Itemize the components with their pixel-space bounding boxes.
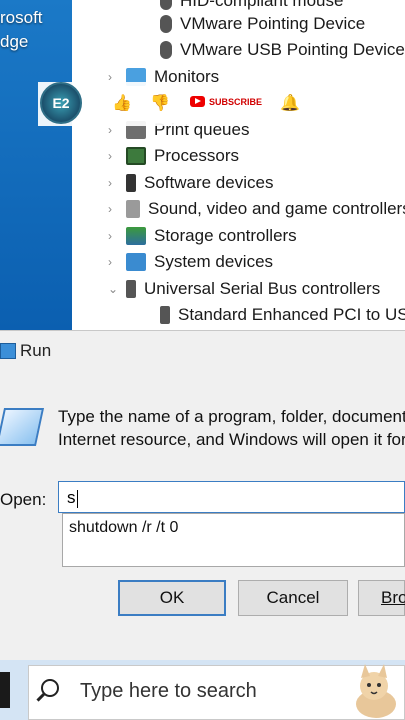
dialog-description: Internet resource, and Windows will open…: [58, 430, 405, 449]
tree-item[interactable]: › Processors: [108, 143, 239, 169]
chevron-right-icon[interactable]: ›: [108, 176, 126, 190]
dialog-description: Type the name of a program, folder, docu…: [58, 407, 405, 426]
chevron-right-icon[interactable]: ›: [108, 255, 126, 269]
tree-item-label: VMware Pointing Device: [180, 14, 366, 33]
desktop-icon-label[interactable]: dge: [0, 32, 28, 52]
start-button[interactable]: [0, 672, 10, 708]
storage-icon: [126, 227, 146, 245]
bell-icon[interactable]: 🔔: [280, 93, 300, 113]
system-device-icon: [126, 253, 146, 271]
processor-icon: [126, 147, 146, 165]
device-manager-tree: HID-compliant mouse VMware Pointing Devi…: [72, 0, 405, 330]
channel-logo: E2: [40, 82, 82, 124]
tree-item-label: Universal Serial Bus controllers: [144, 279, 381, 298]
chevron-right-icon[interactable]: ›: [108, 149, 126, 163]
cancel-button[interactable]: Cancel: [238, 580, 348, 616]
tree-item-label: Storage controllers: [154, 226, 297, 245]
text-caret: [76, 489, 78, 508]
autocomplete-dropdown: shutdown /r /t 0: [62, 513, 405, 567]
tree-item[interactable]: › Software devices: [108, 170, 273, 196]
thumbs-up-icon[interactable]: 👍: [112, 93, 132, 113]
speaker-icon: [126, 200, 140, 218]
youtube-icon: [190, 96, 205, 107]
tree-item[interactable]: › Storage controllers: [108, 223, 297, 249]
desktop-icon-label[interactable]: rosoft: [0, 8, 43, 28]
tree-item[interactable]: VMware Pointing Device: [160, 11, 365, 37]
tree-item-label: Processors: [154, 146, 240, 165]
tree-item-label: System devices: [154, 252, 274, 271]
tree-item[interactable]: Standard Enhanced PCI to USB: [160, 302, 405, 328]
mouse-icon: [160, 0, 172, 10]
logo-text: E2: [52, 95, 70, 111]
mouse-icon: [160, 15, 172, 33]
subscribe-button[interactable]: SUBSCRIBE: [190, 95, 262, 108]
tree-item-label: Standard Enhanced PCI to USB: [178, 305, 405, 324]
usb-icon: [160, 306, 170, 324]
usb-icon: [126, 280, 136, 298]
autocomplete-item[interactable]: shutdown /r /t 0: [69, 519, 398, 537]
tree-item-label: HID-compliant mouse: [180, 0, 344, 10]
browse-button[interactable]: Bro: [358, 580, 405, 616]
input-value: s: [67, 488, 76, 507]
subscribe-label: SUBSCRIBE: [209, 96, 263, 107]
thumbs-down-icon[interactable]: 👎: [150, 93, 170, 113]
tree-item[interactable]: › System devices: [108, 249, 273, 275]
software-device-icon: [126, 174, 136, 192]
desktop: rosoft dge: [0, 0, 72, 330]
dialog-title: Run: [20, 341, 52, 360]
search-placeholder: Type here to search: [80, 680, 257, 702]
mouse-icon: [160, 41, 172, 59]
open-input[interactable]: s: [58, 481, 405, 513]
chevron-down-icon[interactable]: ⌄: [108, 282, 126, 296]
search-icon: [41, 679, 59, 697]
tree-item[interactable]: › Sound, video and game controllers: [108, 196, 405, 222]
chevron-right-icon[interactable]: ›: [108, 229, 126, 243]
tree-item-label: Software devices: [144, 173, 274, 192]
tree-item-label: VMware USB Pointing Device: [180, 40, 405, 59]
tree-item-label: Sound, video and game controllers: [148, 199, 405, 218]
cat-illustration-icon: [356, 664, 396, 718]
open-label: Open:: [0, 490, 47, 509]
chevron-right-icon[interactable]: ›: [108, 202, 126, 216]
ok-button[interactable]: OK: [118, 580, 226, 616]
tree-item[interactable]: VMware USB Pointing Device: [160, 37, 405, 63]
run-icon: [0, 343, 16, 359]
tree-item[interactable]: ⌄ Universal Serial Bus controllers: [108, 276, 380, 302]
